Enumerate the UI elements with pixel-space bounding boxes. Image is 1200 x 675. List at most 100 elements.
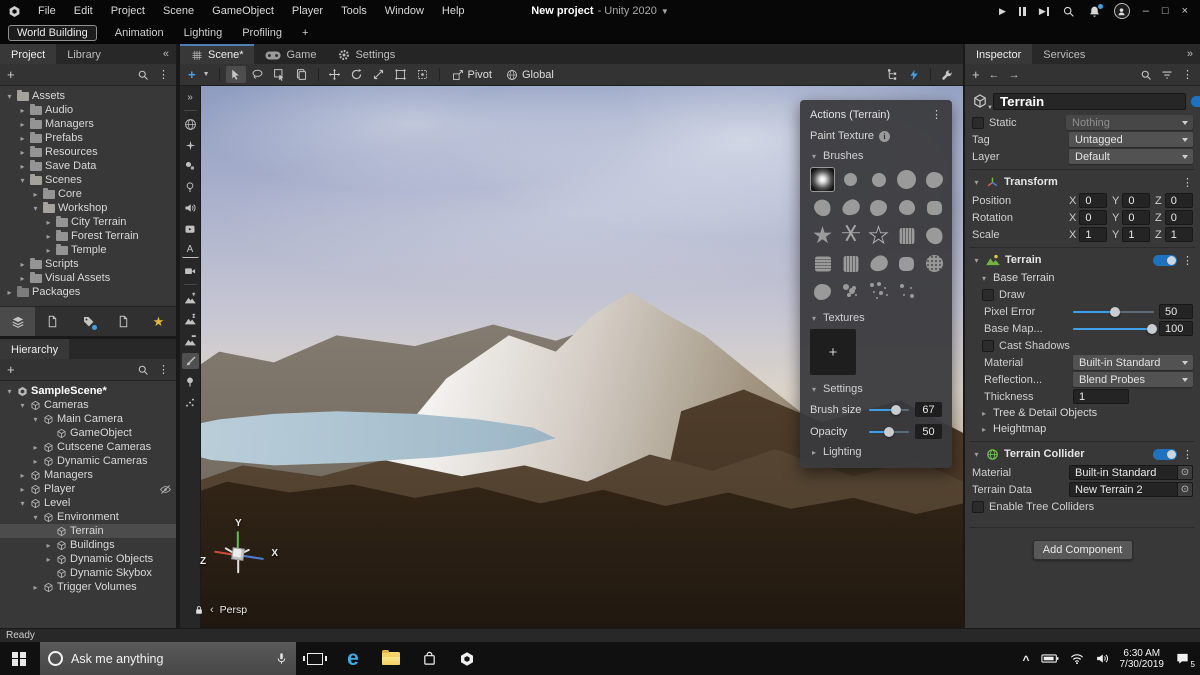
tab-inspector[interactable]: Inspector [965, 44, 1032, 64]
scale-z-field[interactable]: 1 [1165, 227, 1193, 242]
base-map-slider[interactable] [1073, 328, 1154, 330]
brush-swatch[interactable] [894, 279, 919, 304]
position-x-field[interactable]: 0 [1079, 193, 1107, 208]
foldout-arrow[interactable]: ▾ [972, 178, 981, 187]
start-button[interactable] [0, 642, 38, 675]
tree-item-audio[interactable]: ▸Audio [0, 103, 176, 117]
menu-window[interactable]: Window [376, 0, 433, 22]
hier-item-trigger-volumes[interactable]: ▸Trigger Volumes [0, 580, 176, 594]
forward-arrow-icon[interactable]: → [1009, 69, 1020, 81]
expand-arrow[interactable]: ▸ [18, 162, 27, 171]
menu-file[interactable]: File [29, 0, 65, 22]
expand-arrow[interactable]: ▸ [31, 457, 40, 466]
projection-mode[interactable]: ‹ Persp [194, 604, 247, 616]
hier-item-managers[interactable]: ▸Managers [0, 468, 176, 482]
wifi-icon[interactable] [1070, 653, 1084, 665]
lightning-icon[interactable] [904, 66, 924, 83]
brush-swatch[interactable] [838, 167, 863, 192]
tab-services[interactable]: Services [1032, 44, 1096, 64]
layout-tab-animation[interactable]: Animation [105, 27, 174, 39]
hier-item-cutscene-cameras[interactable]: ▸Cutscene Cameras [0, 440, 176, 454]
menu-player[interactable]: Player [283, 0, 332, 22]
brush-swatch[interactable] [894, 167, 919, 192]
layout-tab-lighting[interactable]: Lighting [174, 27, 233, 39]
trees-icon[interactable] [182, 374, 199, 390]
expand-arrow[interactable]: ▾ [18, 499, 27, 508]
asset-doc-icon[interactable] [106, 307, 141, 336]
brushes-foldout[interactable]: ▾Brushes [810, 150, 942, 162]
tree-item-prefabs[interactable]: ▸Prefabs [0, 131, 176, 145]
tree-item-assets[interactable]: ▾Assets [0, 89, 176, 103]
foldout-arrow[interactable]: ▾ [972, 450, 981, 459]
tree-item-packages[interactable]: ▸Packages [0, 285, 176, 299]
brush-swatch[interactable] [894, 223, 919, 248]
brush-swatch[interactable] [894, 251, 919, 276]
tab-game[interactable]: Game [254, 44, 327, 64]
audio-icon[interactable] [182, 200, 199, 216]
add-gameobject-button[interactable]: + [7, 362, 15, 377]
tab-library[interactable]: Library [56, 44, 112, 64]
action-center-button[interactable]: 5 [1175, 651, 1190, 666]
shaded-wireframe-icon[interactable] [182, 116, 199, 132]
rect-tool[interactable] [391, 66, 411, 83]
brush-swatch-selected[interactable] [810, 167, 835, 192]
enable-tree-colliders-checkbox[interactable] [972, 501, 984, 513]
tag-dropdown[interactable]: Untagged [1069, 132, 1193, 147]
brush-swatch[interactable] [838, 251, 863, 276]
object-picker-icon[interactable]: ⊙ [1178, 482, 1193, 497]
close-button[interactable]: × [1182, 5, 1188, 17]
brush-swatch[interactable] [866, 167, 891, 192]
expand-arrow[interactable]: ▸ [18, 106, 27, 115]
expand-arrow[interactable]: ▾ [31, 204, 40, 213]
minimize-button[interactable]: – [1143, 5, 1149, 17]
expand-arrow[interactable]: ▾ [31, 415, 40, 424]
tree-item-resources[interactable]: ▸Resources [0, 145, 176, 159]
orientation-gizmo[interactable]: Y X Z [206, 524, 270, 588]
wrench-icon[interactable] [937, 66, 957, 83]
details-icon[interactable] [182, 395, 199, 411]
hier-item-buildings[interactable]: ▸Buildings [0, 538, 176, 552]
eye-off-icon[interactable] [159, 483, 172, 496]
hier-item-samplescene[interactable]: ▾SampleScene* [0, 384, 176, 398]
rotation-z-field[interactable]: 0 [1165, 210, 1193, 225]
hier-item-dynamic-skybox[interactable]: Dynamic Skybox [0, 566, 176, 580]
base-map-value[interactable]: 100 [1159, 321, 1193, 336]
brush-swatch[interactable] [866, 251, 891, 276]
expand-arrow[interactable]: ▸ [44, 232, 53, 241]
draw-checkbox[interactable] [982, 289, 994, 301]
expand-arrow[interactable]: ▾ [31, 513, 40, 522]
tree-item-scripts[interactable]: ▸Scripts [0, 257, 176, 271]
script-doc-icon[interactable] [35, 307, 70, 336]
gameobject-name-field[interactable] [993, 93, 1186, 110]
cortana-search-bar[interactable] [40, 642, 296, 675]
brush-swatch[interactable] [866, 195, 891, 220]
reflection-dropdown[interactable]: Blend Probes [1073, 372, 1193, 387]
layers-icon[interactable] [0, 307, 35, 336]
hier-item-terrain-selected[interactable]: Terrain [0, 524, 176, 538]
expand-arrow[interactable]: ▸ [18, 471, 27, 480]
particles-icon[interactable] [182, 158, 199, 174]
tab-project[interactable]: Project [0, 44, 56, 64]
collapse-panel-button[interactable]: « [156, 44, 176, 64]
scene-viewport[interactable]: » A Actions (Ter [180, 86, 963, 628]
heightmap-foldout[interactable]: ▸Heightmap [970, 421, 1195, 437]
component-enabled-toggle[interactable] [1153, 449, 1177, 460]
menu-gameobject[interactable]: GameObject [203, 0, 283, 22]
tree-item-workshop[interactable]: ▾Workshop [0, 201, 176, 215]
brush-size-slider[interactable] [869, 409, 909, 411]
text-tool-icon[interactable]: A [182, 242, 199, 258]
store-button[interactable] [410, 642, 448, 675]
expand-arrow[interactable]: ▸ [18, 134, 27, 143]
expand-arrow[interactable]: ▸ [31, 190, 40, 199]
expand-arrow[interactable]: ▾ [5, 92, 14, 101]
play-button[interactable]: ▶ [999, 6, 1006, 17]
expand-arrow[interactable]: ▸ [5, 288, 14, 297]
tree-item-save-data[interactable]: ▸Save Data [0, 159, 176, 173]
camera-icon[interactable] [182, 263, 199, 279]
brush-swatch[interactable] [810, 195, 835, 220]
expand-arrow[interactable]: ▾ [18, 401, 27, 410]
cast-shadows-checkbox[interactable] [982, 340, 994, 352]
brush-swatch[interactable] [866, 279, 891, 304]
overflow-button[interactable]: » [1180, 44, 1200, 64]
hier-item-environment[interactable]: ▾Environment [0, 510, 176, 524]
